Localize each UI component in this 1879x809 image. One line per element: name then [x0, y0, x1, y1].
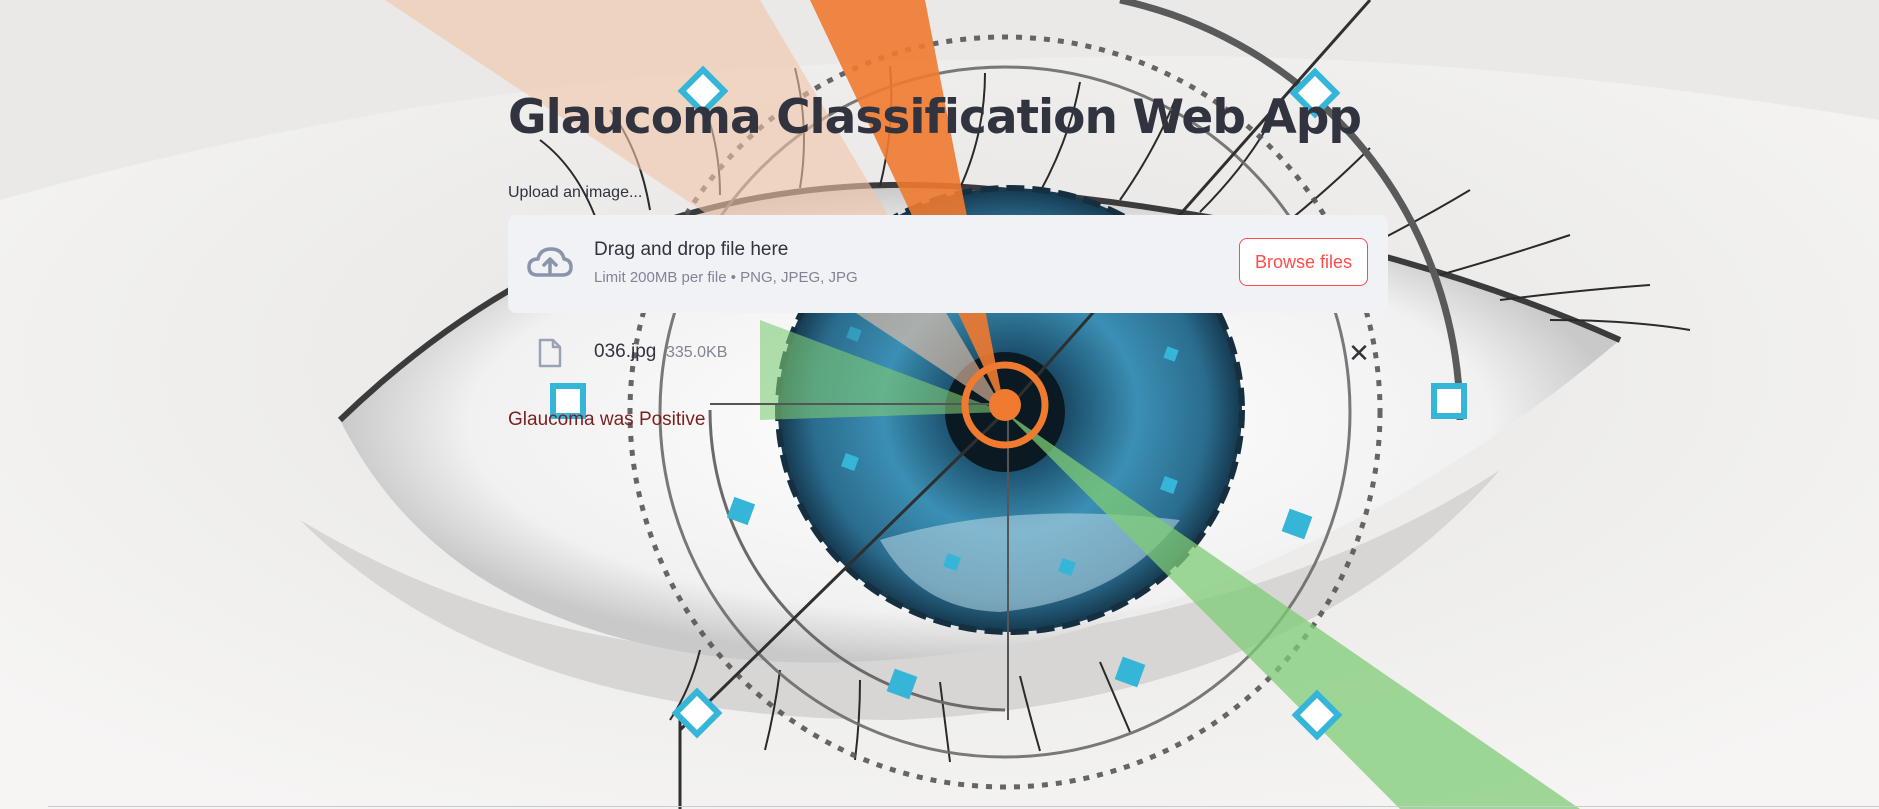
uploaded-file-name: 036.jpg	[594, 341, 657, 362]
dropzone-limit-text: Limit 200MB per file • PNG, JPEG, JPG	[594, 269, 858, 286]
dropzone-instructions: Drag and drop file here Limit 200MB per …	[594, 239, 858, 286]
close-icon[interactable]: ✕	[1346, 340, 1372, 366]
page-title: Glaucoma Classification Web App	[508, 90, 1362, 145]
uploaded-file-item: 036.jpg 335.0KB ✕	[508, 330, 1388, 376]
bottom-divider	[48, 806, 1879, 807]
file-uploader-label: Upload an image...	[508, 184, 643, 201]
dropzone-title: Drag and drop file here	[594, 239, 789, 260]
uploaded-file-size: 335.0KB	[666, 344, 728, 361]
classification-result: Glaucoma was Positive	[508, 409, 706, 430]
browse-files-button[interactable]: Browse files	[1238, 238, 1368, 286]
file-dropzone[interactable]: Drag and drop file here Limit 200MB per …	[508, 215, 1388, 313]
cloud-upload-icon	[527, 247, 573, 277]
file-icon	[538, 338, 562, 368]
